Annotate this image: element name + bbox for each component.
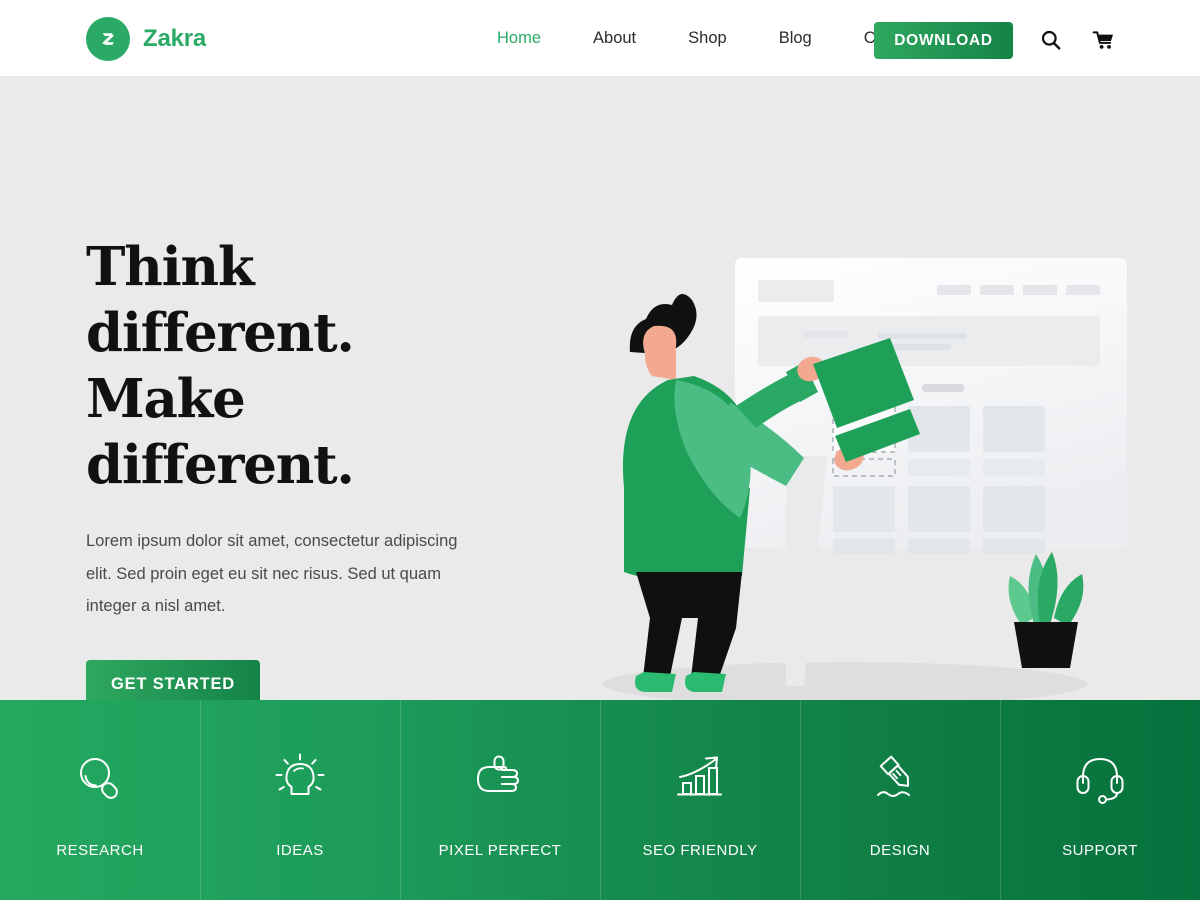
- main-navigation: Home About Shop Blog Contact: [497, 29, 921, 48]
- ground-shadow: [603, 662, 1087, 700]
- magnifier-icon: [69, 748, 131, 810]
- get-started-button[interactable]: GET STARTED: [86, 659, 260, 700]
- marker-pen-icon: [869, 748, 931, 810]
- headset-icon: [1069, 748, 1131, 810]
- potted-plant: [1008, 552, 1084, 668]
- feature-label: SEO FRIENDLY: [642, 842, 758, 859]
- feature-item-design[interactable]: DESIGN: [800, 700, 1000, 900]
- feature-label: DESIGN: [869, 842, 931, 859]
- zakra-z-logo-icon: [86, 17, 130, 61]
- nav-item-home[interactable]: Home: [497, 29, 541, 48]
- pedestal: [786, 456, 828, 686]
- shopping-cart-icon[interactable]: [1091, 28, 1115, 52]
- feature-label: PIXEL PERFECT: [438, 842, 562, 859]
- feature-item-seo-friendly[interactable]: SEO FRIENDLY: [600, 700, 800, 900]
- nav-item-blog[interactable]: Blog: [779, 29, 812, 48]
- hero-section: Think different. Make different. Lorem i…: [0, 76, 1200, 700]
- feature-item-research[interactable]: RESEARCH: [0, 700, 200, 900]
- lightbulb-icon: [269, 748, 331, 810]
- search-icon[interactable]: [1039, 28, 1063, 52]
- feature-item-support[interactable]: SUPPORT: [1000, 700, 1200, 900]
- growth-chart-icon: [669, 748, 731, 810]
- brand-logo[interactable]: Zakra: [86, 17, 206, 61]
- brand-name: Zakra: [143, 25, 207, 52]
- feature-item-ideas[interactable]: IDEAS: [200, 700, 400, 900]
- feature-label: IDEAS: [276, 842, 324, 859]
- hero-paragraph: Lorem ipsum dolor sit amet, consectetur …: [86, 532, 458, 615]
- feature-item-pixel-perfect[interactable]: PIXEL PERFECT: [400, 700, 600, 900]
- download-button[interactable]: DOWNLOAD: [874, 22, 1013, 59]
- nav-item-shop[interactable]: Shop: [688, 29, 727, 48]
- person-building-website-illustration: [590, 166, 1150, 700]
- site-header: Zakra Home About Shop Blog Contact DOWNL…: [0, 0, 1200, 76]
- hero-copy: Think different. Make different. Lorem i…: [86, 234, 526, 700]
- feature-label: RESEARCH: [56, 842, 144, 859]
- page-root: Zakra Home About Shop Blog Contact DOWNL…: [0, 0, 1200, 900]
- features-strip: RESEARCH IDEAS PIXEL PERFECT SEO FRIENDL…: [0, 700, 1200, 900]
- feature-label: SUPPORT: [1062, 842, 1138, 859]
- nav-item-about[interactable]: About: [593, 29, 636, 48]
- thumbs-up-icon: [469, 748, 531, 810]
- hero-title: Think different. Make different.: [86, 236, 355, 496]
